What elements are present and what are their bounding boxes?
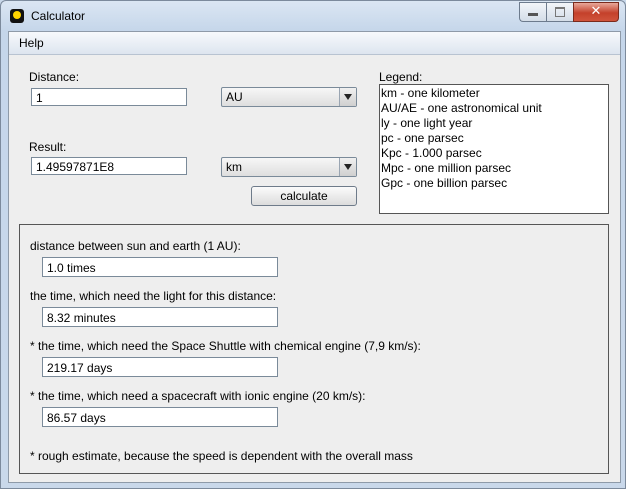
legend-line: km - one kilometer	[381, 86, 480, 100]
result-field[interactable]: 1.49597871E8	[31, 157, 187, 175]
info-label-ionic-time: * the time, which need a spacecraft with…	[30, 389, 366, 403]
window-title: Calculator	[31, 9, 86, 23]
menu-bar: Help	[9, 32, 620, 55]
close-button[interactable]: ✕	[573, 2, 619, 22]
legend-line: AU/AE - one astronomical unit	[381, 101, 542, 115]
footnote: * rough estimate, because the speed is d…	[30, 449, 413, 463]
info-field-ionic-time[interactable]: 86.57 days	[42, 407, 278, 427]
info-field-shuttle-time[interactable]: 219.17 days	[42, 357, 278, 377]
result-unit-value: km	[226, 160, 242, 174]
maximize-icon	[555, 7, 565, 17]
client-area: Help Distance: 1 AU Result: 1.49597871E8…	[8, 31, 621, 483]
result-unit-select[interactable]: km	[221, 157, 357, 177]
result-label: Result:	[29, 140, 67, 154]
window-controls: ✕	[519, 2, 619, 22]
distance-label: Distance:	[29, 70, 80, 84]
menu-help[interactable]: Help	[19, 36, 44, 50]
legend-list[interactable]: km - one kilometer AU/AE - one astronomi…	[379, 84, 609, 214]
legend-label: Legend:	[379, 70, 423, 84]
info-label-shuttle-time: * the time, which need the Space Shuttle…	[30, 339, 421, 353]
distance-unit-value: AU	[226, 90, 243, 104]
minimize-button[interactable]	[519, 2, 546, 22]
app-icon	[10, 9, 24, 23]
close-icon: ✕	[590, 4, 602, 19]
distance-unit-select[interactable]: AU	[221, 87, 357, 107]
info-field-light-time[interactable]: 8.32 minutes	[42, 307, 278, 327]
info-label-sun-earth: distance between sun and earth (1 AU):	[30, 239, 241, 253]
info-field-sun-earth[interactable]: 1.0 times	[42, 257, 278, 277]
legend-line: pc - one parsec	[381, 131, 464, 145]
calculate-button[interactable]: calculate	[251, 186, 357, 206]
chevron-down-icon[interactable]	[339, 158, 356, 176]
title-bar[interactable]: Calculator ✕	[1, 1, 626, 31]
legend-line: Gpc - one billion parsec	[381, 176, 508, 190]
legend-line: Mpc - one million parsec	[381, 161, 512, 175]
info-label-light-time: the time, which need the light for this …	[30, 289, 277, 303]
chevron-down-icon[interactable]	[339, 88, 356, 106]
calculator-window: Calculator ✕ Help Distance: 1 AU Result:…	[0, 0, 626, 489]
info-panel: distance between sun and earth (1 AU): 1…	[19, 224, 609, 474]
distance-input[interactable]: 1	[31, 88, 187, 106]
legend-line: Kpc - 1.000 parsec	[381, 146, 482, 160]
legend-line: ly - one light year	[381, 116, 473, 130]
maximize-button[interactable]	[546, 2, 573, 22]
minimize-icon	[528, 13, 538, 16]
